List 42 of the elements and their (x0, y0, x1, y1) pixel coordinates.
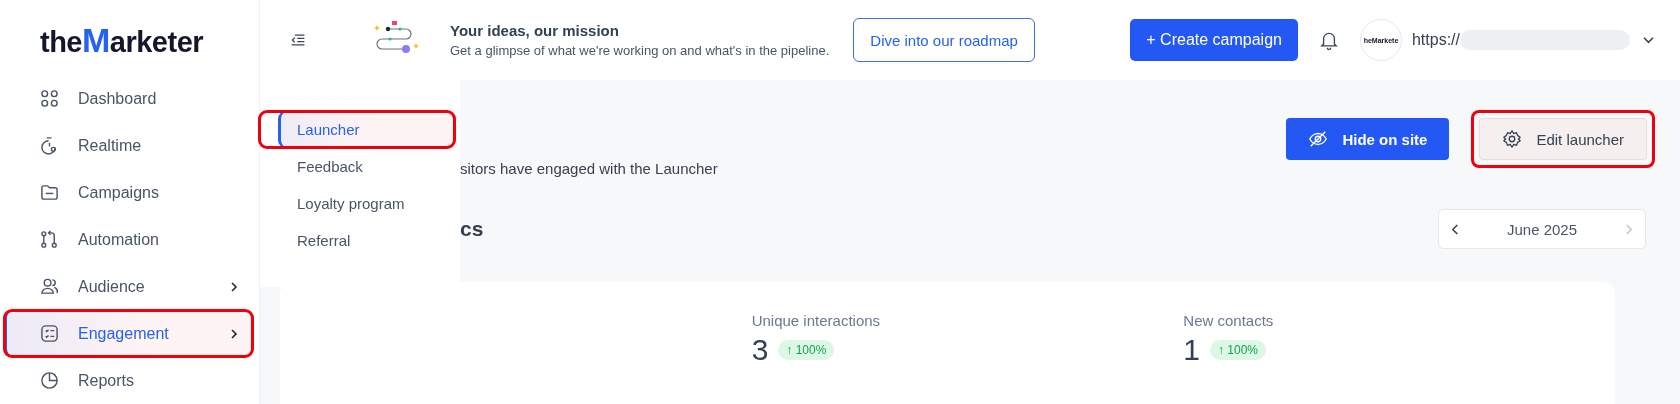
branch-icon (40, 230, 59, 249)
nav-item[interactable]: Reports (4, 357, 253, 404)
change-badge: ↑ 100% (778, 340, 835, 360)
month-picker[interactable]: June 2025 (1438, 209, 1646, 249)
metric-value: 1 (1183, 333, 1200, 367)
account-url[interactable]: https:// (1411, 31, 1460, 49)
announcement-text: Get a glimpse of what we're working on and what's in the pipeline. (450, 43, 830, 58)
chevron-icon (229, 281, 239, 292)
change-badge: ↑ 100% (1210, 340, 1267, 360)
hide-button[interactable]: Hide on site (1286, 118, 1450, 160)
collapse-menu-icon[interactable] (290, 33, 306, 47)
stopwatch-icon (40, 136, 59, 155)
submenu-item[interactable]: Loyalty program (259, 185, 455, 222)
announcement-title: Your ideas, our mission (450, 22, 620, 39)
nav-item[interactable]: Campaigns (4, 169, 253, 216)
metric-label: Unique interactions (751, 312, 882, 329)
chevron-icon (229, 328, 239, 339)
submenu-item[interactable]: Feedback (259, 148, 455, 185)
edit-button[interactable]: Edit launcher (1479, 118, 1647, 160)
folder-icon (40, 183, 59, 202)
nav-item[interactable]: Realtime (4, 122, 253, 169)
pie-chart-icon (40, 371, 59, 390)
metric-label: New contacts (1183, 312, 1275, 329)
section-heading: cs (460, 217, 484, 241)
create-campaign-button[interactable]: + Create campaign (1130, 19, 1298, 61)
nav-item[interactable]: Automation (4, 216, 253, 263)
eye-off-icon (1308, 129, 1329, 149)
nav-item[interactable]: Audience (4, 263, 253, 310)
people-icon (40, 277, 59, 296)
grid-icon (40, 89, 59, 108)
dropdown-caret-icon[interactable] (1642, 35, 1655, 45)
logo[interactable]: theMarketer (40, 22, 204, 75)
submenu-item[interactable]: Launcher (259, 111, 455, 148)
metric-value: 3 (751, 333, 769, 367)
page-description: sitors have engaged with the Launcher (460, 160, 718, 177)
checklist-icon (40, 324, 59, 343)
roadmap-button[interactable]: Dive into our roadmap (853, 18, 1035, 62)
submenu-item[interactable]: Referral (259, 222, 455, 259)
nav-item[interactable]: Dashboard (4, 75, 253, 122)
settings-icon (1502, 129, 1523, 149)
previous-month-icon[interactable] (1451, 222, 1460, 236)
nav-item[interactable]: Engagement (4, 310, 253, 357)
